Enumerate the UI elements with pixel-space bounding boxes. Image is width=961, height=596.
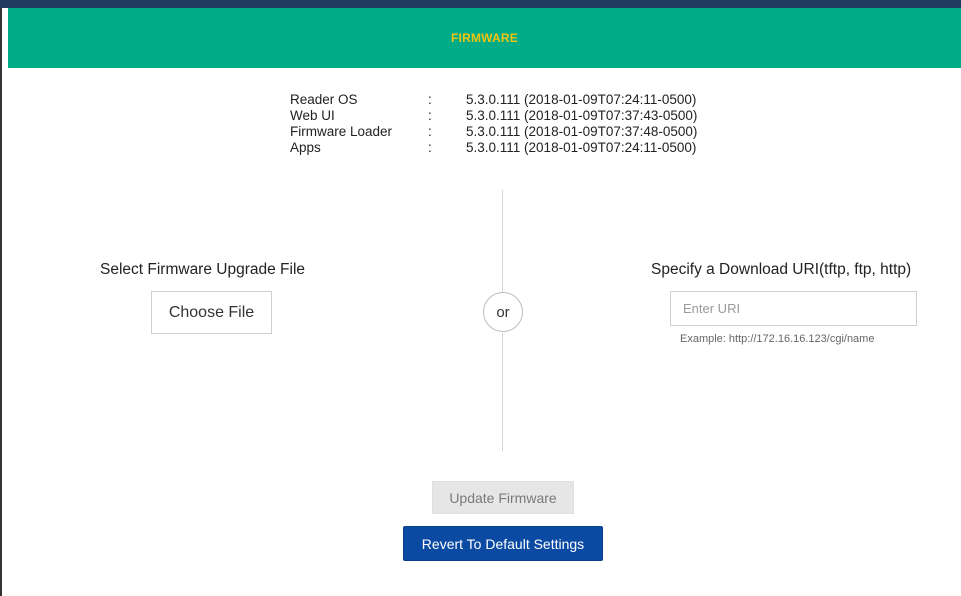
page-header: FIRMWARE [8, 8, 961, 68]
version-row-firmware-loader: Firmware Loader : 5.3.0.111 (2018-01-09T… [290, 124, 697, 140]
version-value: 5.3.0.111 (2018-01-09T07:24:11-0500) [466, 92, 697, 107]
top-strip [0, 0, 961, 8]
version-info: Reader OS : 5.3.0.111 (2018-01-09T07:24:… [290, 92, 697, 156]
update-firmware-button[interactable]: Update Firmware [432, 481, 574, 514]
version-row-web-ui: Web UI : 5.3.0.111 (2018-01-09T07:37:43-… [290, 108, 697, 124]
version-name: Apps [290, 140, 321, 155]
version-value: 5.3.0.111 (2018-01-09T07:37:43-0500) [466, 108, 698, 123]
revert-default-settings-button[interactable]: Revert To Default Settings [403, 526, 603, 561]
divider-line-bottom [502, 333, 503, 451]
version-separator: : [428, 124, 432, 139]
uri-example-text: Example: http://172.16.16.123/cgi/name [680, 333, 875, 345]
or-divider: or [483, 292, 523, 332]
download-section-title: Specify a Download URI(tftp, ftp, http) [651, 261, 912, 278]
or-label: or [496, 303, 510, 321]
page-title: FIRMWARE [451, 31, 518, 45]
version-name: Firmware Loader [290, 124, 393, 139]
version-separator: : [428, 92, 432, 107]
divider-line-top [502, 190, 503, 292]
version-name: Web UI [290, 108, 335, 123]
version-value: 5.3.0.111 (2018-01-09T07:24:11-0500) [466, 140, 697, 155]
version-name: Reader OS [290, 92, 358, 107]
version-separator: : [428, 108, 432, 123]
version-row-apps: Apps : 5.3.0.111 (2018-01-09T07:24:11-05… [290, 140, 697, 156]
choose-file-button[interactable]: Choose File [151, 291, 272, 334]
version-value: 5.3.0.111 (2018-01-09T07:37:48-0500) [466, 124, 698, 139]
uri-input[interactable] [670, 291, 917, 326]
version-separator: : [428, 140, 432, 155]
upload-section-title: Select Firmware Upgrade File [100, 261, 306, 278]
version-row-reader-os: Reader OS : 5.3.0.111 (2018-01-09T07:24:… [290, 92, 697, 108]
